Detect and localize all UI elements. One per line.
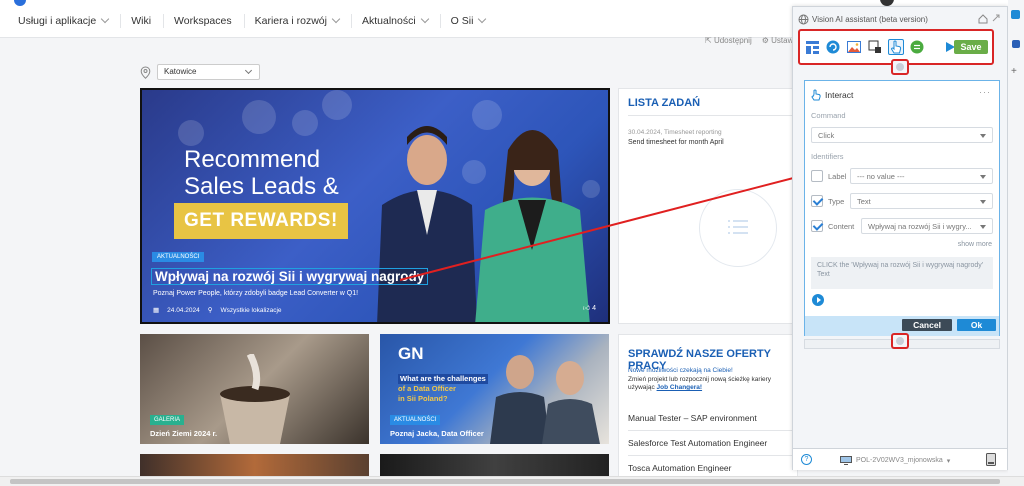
image-icon[interactable]	[846, 39, 862, 55]
panel-footer: ? POL-2V02WV3_mjonowska ▾	[793, 448, 1007, 470]
command-select[interactable]: Click	[811, 127, 993, 143]
label-select[interactable]: --- no value ---	[850, 168, 993, 184]
show-more-link[interactable]: show more	[958, 241, 992, 248]
monitor-icon	[840, 456, 852, 465]
type-checkbox[interactable]	[811, 195, 823, 207]
extension-icon[interactable]	[1012, 40, 1020, 48]
machine-name: POL-2V02WV3_mjonowska	[856, 457, 943, 464]
type-field-label: Type	[828, 197, 845, 206]
panel-title: Vision AI assistant (beta version)	[812, 14, 928, 24]
interact-card: Interact ··· Command Click Identifiers L…	[804, 80, 1000, 336]
label-field-label: Label	[828, 172, 847, 181]
circle-icon	[896, 337, 904, 345]
equals-icon[interactable]	[909, 39, 925, 55]
content-value: Wpływaj na rozwój Sii i wygry...	[868, 222, 972, 231]
identifiers-label: Identifiers	[811, 152, 844, 161]
grid-layout-icon[interactable]	[804, 39, 820, 55]
type-value: Text	[857, 197, 871, 206]
content-checkbox[interactable]	[811, 220, 823, 232]
circle-icon	[896, 63, 904, 71]
horizontal-scrollbar[interactable]	[0, 476, 1024, 486]
help-icon[interactable]: ?	[801, 454, 812, 465]
interact-icon[interactable]	[888, 39, 904, 55]
step-description: CLICK the 'Wpływaj na rozwój Sii i wygry…	[811, 257, 993, 289]
globe-icon	[798, 14, 809, 24]
interact-header: Interact	[811, 89, 853, 101]
run-step-button[interactable]	[812, 294, 824, 306]
caret-down-icon	[980, 225, 986, 229]
scrollbar-thumb[interactable]	[10, 479, 1000, 484]
content-select[interactable]: Wpływaj na rozwój Sii i wygry...	[861, 218, 993, 234]
save-button[interactable]: Save	[954, 40, 988, 54]
content-field-label: Content	[828, 222, 855, 231]
home-icon[interactable]	[978, 14, 988, 24]
cancel-button[interactable]: Cancel	[902, 319, 952, 331]
expand-icon[interactable]	[992, 14, 1000, 22]
vision-ai-assistant-panel: Vision AI assistant (beta version) Save …	[792, 6, 1008, 470]
ok-button[interactable]: Ok	[957, 319, 996, 331]
device-icon[interactable]	[986, 453, 996, 466]
machine-selector[interactable]: POL-2V02WV3_mjonowska ▾	[840, 456, 950, 465]
add-icon[interactable]: +	[1011, 66, 1017, 77]
collapse-top-button[interactable]	[891, 59, 909, 75]
capture-icon[interactable]	[867, 39, 883, 55]
type-select[interactable]: Text	[850, 193, 993, 209]
caret-down-icon	[980, 175, 986, 179]
interact-title: Interact	[825, 90, 854, 100]
hand-pointer-icon	[811, 89, 821, 101]
browser-side-rail: +	[1008, 0, 1024, 486]
collapse-bottom-button[interactable]	[891, 333, 909, 349]
caret-down-icon: ▾	[946, 457, 951, 465]
panel-header: Vision AI assistant (beta version)	[793, 7, 1007, 31]
refresh-icon[interactable]	[825, 39, 841, 55]
more-options-icon[interactable]: ···	[979, 87, 991, 97]
caret-down-icon	[980, 200, 986, 204]
command-value: Click	[818, 131, 835, 140]
label-value: --- no value ---	[857, 172, 905, 181]
caret-down-icon	[980, 134, 986, 138]
label-checkbox[interactable]	[811, 170, 823, 182]
extension-icon[interactable]	[1011, 10, 1020, 19]
command-label: Command	[811, 111, 846, 120]
